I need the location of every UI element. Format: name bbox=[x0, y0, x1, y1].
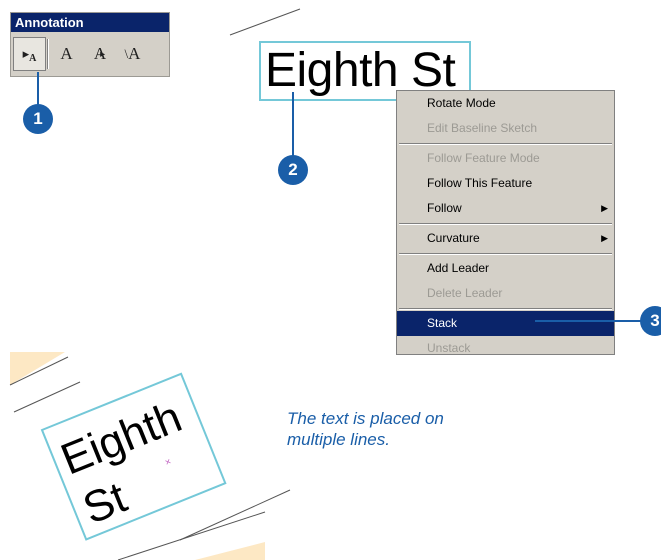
annotation-toolbar: Annotation ▸ A A A ▸ \ A bbox=[10, 12, 170, 77]
menu-item-stack[interactable]: Stack bbox=[397, 311, 614, 336]
submenu-arrow-icon: ▶ bbox=[601, 233, 608, 243]
stacked-label-line1: Eighth bbox=[54, 392, 188, 484]
menu-item-edit-baseline-sketch[interactable]: Edit Baseline Sketch bbox=[397, 116, 614, 141]
caption-text: The text is placed on multiple lines. bbox=[287, 409, 444, 449]
leader-annotation-tool-icon[interactable]: \ A bbox=[116, 37, 149, 71]
submenu-arrow-icon: ▶ bbox=[601, 203, 608, 213]
menu-item-unstack[interactable]: Unstack bbox=[397, 336, 614, 354]
context-menu: Rotate Mode Edit Baseline Sketch Follow … bbox=[396, 90, 615, 355]
callout-2-leader bbox=[292, 92, 294, 158]
horizontal-annotation-tool-icon[interactable]: A bbox=[50, 37, 83, 71]
menu-item-follow[interactable]: Follow ▶ bbox=[397, 196, 614, 221]
svg-text:×: × bbox=[164, 456, 174, 468]
curved-annotation-tool-icon[interactable]: A ▸ bbox=[83, 37, 116, 71]
select-annotation-tool-icon[interactable]: ▸ A bbox=[13, 37, 46, 71]
callout-2: 2 bbox=[278, 155, 308, 185]
parcel-bottom-right bbox=[195, 542, 265, 560]
menu-item-curvature[interactable]: Curvature ▶ bbox=[397, 226, 614, 251]
toolbar-title: Annotation bbox=[11, 13, 169, 32]
menu-item-rotate-mode[interactable]: Rotate Mode bbox=[397, 91, 614, 116]
menu-item-follow-this-feature[interactable]: Follow This Feature bbox=[397, 171, 614, 196]
menu-item-add-leader[interactable]: Add Leader bbox=[397, 256, 614, 281]
menu-item-delete-leader[interactable]: Delete Leader bbox=[397, 281, 614, 306]
callout-1: 1 bbox=[23, 104, 53, 134]
callout-1-leader bbox=[37, 72, 39, 106]
callout-3-leader bbox=[535, 320, 645, 322]
parcel-top-left bbox=[10, 352, 65, 385]
menu-item-follow-feature-mode[interactable]: Follow Feature Mode bbox=[397, 146, 614, 171]
